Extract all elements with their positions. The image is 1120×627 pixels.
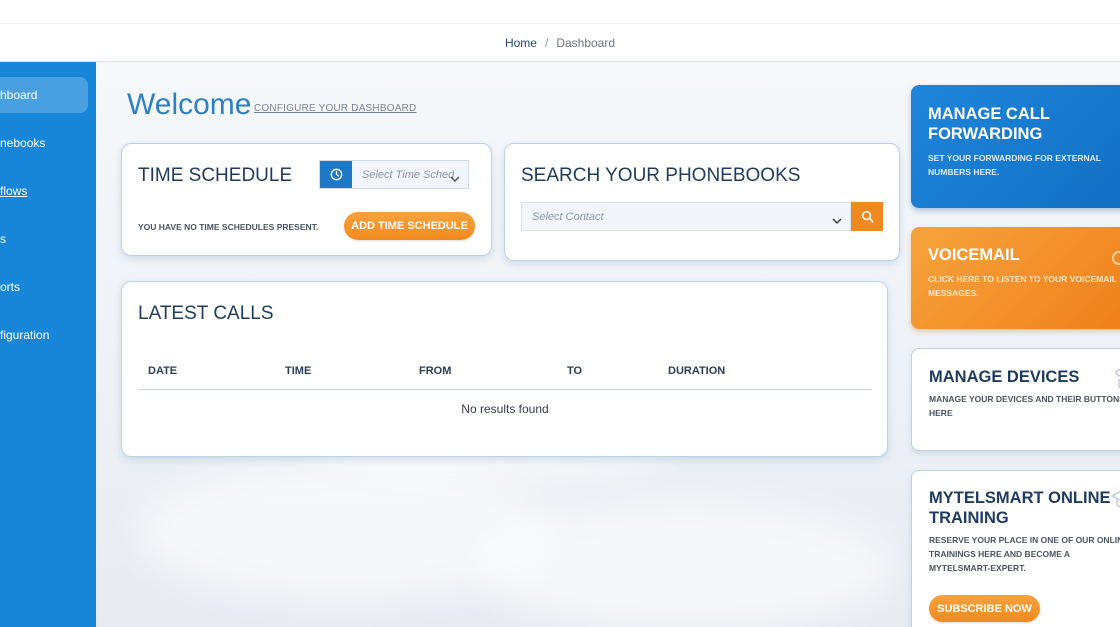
latest-calls-title: LATEST CALLS: [138, 303, 274, 324]
tile-title-line: TRAINING: [929, 509, 1009, 527]
phonebook-search-card: SEARCH YOUR PHONEBOOKS Select Contact: [504, 143, 900, 261]
breadcrumb: Home / Dashboard: [0, 24, 1120, 62]
breadcrumb-home-link[interactable]: Home: [505, 36, 537, 50]
tile-description: RESERVE YOUR PLACE IN ONE OF OUR ONLINE …: [929, 535, 1120, 573]
search-button[interactable]: [851, 202, 883, 231]
contact-placeholder: Select Contact: [532, 210, 604, 223]
latest-calls-table: DATE TIME FROM TO DURATION No results fo…: [138, 362, 872, 416]
chevron-down-icon: [832, 212, 842, 230]
background-cloud: [476, 502, 896, 627]
manage-call-forwarding-tile[interactable]: MANAGE CALL FORWARDING SET YOUR FORWARDI…: [911, 85, 1120, 208]
clock-icon: [320, 161, 352, 188]
online-training-tile[interactable]: MYTELSMART ONLINE TRAINING RESERVE YOUR …: [911, 470, 1120, 627]
subscribe-now-button[interactable]: SUBSCRIBE NOW: [929, 595, 1040, 622]
sidebar-item-label: s: [0, 232, 6, 246]
tile-description: SET YOUR FORWARDING FOR EXTERNAL NUMBERS…: [928, 153, 1101, 177]
column-header-duration[interactable]: DURATION: [668, 365, 725, 377]
sidebar-item-label: figuration: [0, 328, 50, 342]
tile-title: MYTELSMART ONLINE TRAINING: [929, 488, 1111, 528]
sidebar-item-dashboard[interactable]: hboard: [0, 77, 88, 113]
sidebar-item-reports[interactable]: orts: [0, 269, 20, 305]
breadcrumb-current: Dashboard: [556, 35, 616, 50]
sidebar-item-label: flows: [0, 184, 28, 198]
column-header-from[interactable]: FROM: [419, 365, 451, 377]
page-title: Welcome: [127, 88, 252, 121]
tile-title: VOICEMAIL: [928, 246, 1020, 264]
time-schedule-empty-text: YOU HAVE NO TIME SCHEDULES PRESENT.: [138, 222, 319, 232]
sidebar: hboard nebooks flows s orts figuration: [0, 62, 96, 627]
sidebar-item-phonebooks[interactable]: nebooks: [0, 125, 45, 161]
column-header-time[interactable]: TIME: [285, 365, 311, 377]
phone-icon: [1112, 367, 1120, 396]
sidebar-item-label: hboard: [0, 88, 38, 102]
voicemail-icon: [1111, 247, 1120, 274]
tile-title-line: FORWARDING: [928, 125, 1043, 143]
tile-title: MANAGE CALL FORWARDING: [928, 104, 1050, 144]
tile-title-line: MYTELSMART ONLINE: [929, 489, 1111, 507]
search-icon: [861, 210, 873, 223]
tile-title-line: MANAGE CALL: [928, 105, 1050, 123]
top-bar: [0, 0, 1120, 24]
sidebar-item-label: nebooks: [0, 136, 46, 150]
latest-calls-card: LATEST CALLS DATE TIME FROM TO DURATION …: [121, 281, 888, 457]
breadcrumb-separator: /: [544, 35, 549, 50]
sidebar-item-label: orts: [0, 280, 21, 294]
main-content: Welcome CONFIGURE YOUR DASHBOARD TIME SC…: [96, 62, 1120, 627]
voicemail-tile[interactable]: VOICEMAIL CLICK HERE TO LISTEN TO YOUR V…: [911, 227, 1120, 329]
manage-devices-tile[interactable]: MANAGE DEVICES MANAGE YOUR DEVICES AND T…: [911, 348, 1120, 451]
table-header: DATE TIME FROM TO DURATION: [138, 362, 872, 390]
add-time-schedule-button[interactable]: ADD TIME SCHEDULE: [344, 212, 475, 240]
tile-title: MANAGE DEVICES: [929, 368, 1080, 386]
sidebar-item-callflows[interactable]: flows: [0, 173, 27, 209]
tile-description: CLICK HERE TO LISTEN TO YOUR VOICEMAIL M…: [928, 274, 1117, 298]
time-schedule-title: TIME SCHEDULE: [138, 165, 293, 186]
time-schedule-select[interactable]: Select Time Schedule: [319, 160, 469, 189]
contact-select[interactable]: Select Contact: [521, 202, 851, 231]
chevron-down-icon: [450, 170, 460, 188]
tile-description: MANAGE YOUR DEVICES AND THEIR BUTTONS HE…: [929, 394, 1120, 418]
sidebar-item-users[interactable]: s: [0, 221, 6, 257]
column-header-to[interactable]: TO: [567, 365, 582, 377]
phonebook-title: SEARCH YOUR PHONEBOOKS: [521, 165, 801, 186]
time-schedule-card: TIME SCHEDULE Select Time Schedule YOU H…: [121, 143, 492, 256]
no-results-text: No results found: [461, 402, 549, 416]
time-schedule-placeholder: Select Time Schedule: [362, 168, 454, 181]
graduation-cap-icon: [1110, 487, 1120, 516]
column-header-date[interactable]: DATE: [148, 365, 177, 377]
sidebar-item-configuration[interactable]: figuration: [0, 317, 49, 353]
configure-dashboard-link[interactable]: CONFIGURE YOUR DASHBOARD: [254, 103, 416, 114]
